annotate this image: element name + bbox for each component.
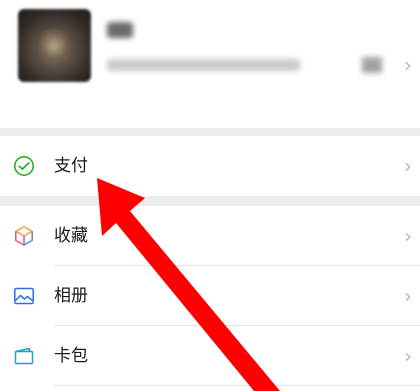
chevron-right-icon: ›: [404, 154, 412, 178]
wechat-pay-icon: [14, 156, 34, 176]
image-icon: [14, 287, 34, 305]
profile-wechat-id: [107, 59, 300, 71]
menu-item-photos[interactable]: 相册 ›: [0, 266, 420, 326]
menu-item-pay[interactable]: 支付 ›: [0, 136, 420, 196]
chevron-right-icon: ›: [404, 284, 412, 308]
qr-code-icon[interactable]: [362, 57, 382, 73]
menu-item-label: 相册: [54, 286, 88, 306]
menu-item-favorites[interactable]: 收藏 ›: [0, 206, 420, 266]
chevron-right-icon: ›: [404, 224, 412, 248]
section-divider: [0, 128, 420, 136]
avatar[interactable]: [18, 9, 91, 82]
card-wallet-icon: [14, 347, 34, 365]
profile-name: [107, 22, 133, 38]
profile-header[interactable]: ›: [0, 0, 420, 128]
menu-item-label: 支付: [54, 156, 88, 176]
menu-item-cards[interactable]: 卡包 ›: [0, 326, 420, 391]
chevron-right-icon: ›: [404, 344, 412, 368]
menu-item-label: 收藏: [54, 226, 88, 246]
divider: [54, 385, 420, 386]
menu-item-label: 卡包: [54, 346, 88, 366]
chevron-right-icon: ›: [404, 53, 412, 77]
cube-icon: [15, 226, 33, 246]
section-divider: [0, 196, 420, 206]
